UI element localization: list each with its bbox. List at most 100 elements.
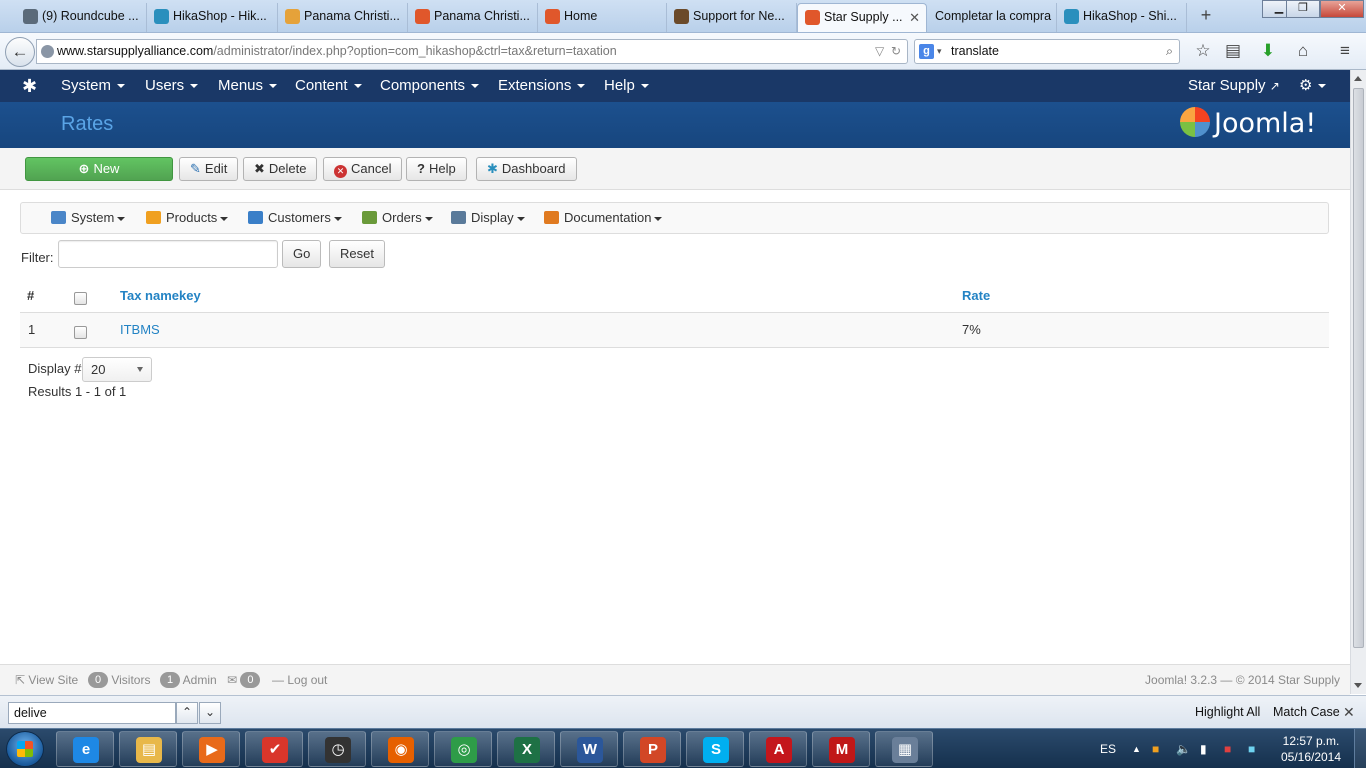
row-checkbox[interactable] — [74, 326, 87, 339]
dropdown-icon[interactable]: ▽ — [875, 44, 884, 58]
browser-tab[interactable]: (9) Roundcube ... — [16, 3, 147, 32]
mcafee-icon: M — [829, 737, 855, 763]
taskbar-app[interactable]: S — [686, 731, 744, 767]
hikashop-menu-products[interactable]: Products — [146, 203, 229, 233]
select-all-checkbox[interactable] — [74, 292, 87, 305]
display-count-select[interactable]: 20 — [82, 357, 152, 382]
tray-app-icon[interactable]: ■ — [1152, 729, 1159, 768]
new-tab-button[interactable]: + — [1196, 3, 1216, 29]
bookmarks-list-icon[interactable]: ▤ — [1222, 41, 1244, 61]
settings-menu[interactable]: ⚙ — [1299, 70, 1327, 102]
search-icon[interactable]: ⌕ — [1166, 40, 1173, 63]
filter-input[interactable] — [58, 240, 278, 268]
taskbar-app[interactable]: W — [560, 731, 618, 767]
menu-system[interactable]: System — [61, 70, 126, 102]
menu-extensions[interactable]: Extensions — [498, 70, 586, 102]
search-bar[interactable]: g ▾ translate ⌕ — [914, 39, 1180, 64]
browser-tab[interactable]: Completar la compra — [927, 3, 1057, 32]
hikashop-menu-orders[interactable]: Orders — [362, 203, 433, 233]
browser-tab[interactable]: Star Supply ... ✕ — [797, 3, 927, 32]
taskbar-app[interactable]: ▦ — [875, 731, 933, 767]
tray-expand-icon[interactable]: ▲ — [1132, 729, 1141, 768]
engine-dropdown-icon[interactable]: ▾ — [937, 40, 942, 63]
taskbar-app[interactable]: X — [497, 731, 555, 767]
find-previous-button[interactable]: ⌃ — [176, 702, 198, 724]
menu-menus[interactable]: Menus — [218, 70, 278, 102]
search-value: translate — [951, 44, 999, 58]
hikashop-menu-customers[interactable]: Customers — [248, 203, 342, 233]
maximize-window-button[interactable]: ❐ — [1286, 0, 1320, 18]
go-button[interactable]: Go — [282, 240, 322, 268]
taskbar-app[interactable]: e — [56, 731, 114, 767]
gear-icon: ⚙ — [1299, 77, 1313, 94]
reset-button[interactable]: Reset — [329, 240, 385, 268]
google-icon[interactable]: g — [919, 44, 934, 59]
todoist-icon: ✔ — [262, 737, 288, 763]
new-button[interactable]: ⊕ New — [25, 157, 173, 181]
menu-icon[interactable]: ≡ — [1334, 41, 1356, 61]
dashboard-button[interactable]: ✱ Dashboard — [476, 157, 577, 181]
menu-help[interactable]: Help — [604, 70, 649, 102]
volume-icon[interactable]: 🔈 — [1176, 729, 1191, 768]
view-site-link[interactable]: ⇱ View Site — [15, 665, 78, 696]
taskbar-app[interactable]: M — [812, 731, 870, 767]
scroll-thumb[interactable] — [1353, 88, 1364, 648]
scroll-down-icon[interactable] — [1354, 683, 1362, 688]
taskbar-app[interactable]: P — [623, 731, 681, 767]
match-case-button[interactable]: Match Case — [1273, 696, 1340, 729]
browser-tab[interactable]: Support for Ne... — [667, 3, 797, 32]
logout-link[interactable]: — Log out — [272, 665, 327, 696]
close-tab-icon[interactable]: ✕ — [909, 4, 920, 31]
bookmark-star-icon[interactable]: ☆ — [1192, 41, 1214, 61]
hikashop-menu-documentation[interactable]: Documentation — [544, 203, 663, 233]
row-tax-namekey-link[interactable]: ITBMS — [120, 322, 160, 337]
language-indicator[interactable]: ES — [1100, 729, 1116, 768]
network-icon[interactable]: ▮ — [1200, 729, 1207, 768]
header-rate[interactable]: Rate — [962, 288, 990, 303]
taskbar-app[interactable]: ◎ — [434, 731, 492, 767]
header-tax-namekey[interactable]: Tax namekey — [120, 288, 201, 303]
joomla-logo-icon[interactable]: ✱ — [22, 76, 42, 96]
taskbar-app[interactable]: ▶ — [182, 731, 240, 767]
menu-components[interactable]: Components — [380, 70, 480, 102]
help-button[interactable]: ? Help — [406, 157, 467, 181]
menu-content[interactable]: Content — [295, 70, 362, 102]
find-input[interactable]: delive — [8, 702, 176, 724]
page-scrollbar[interactable] — [1350, 70, 1366, 694]
browser-tab[interactable]: HikaShop - Hik... — [147, 3, 278, 32]
taskbar-app[interactable]: ◉ — [371, 731, 429, 767]
scroll-up-icon[interactable] — [1354, 76, 1362, 81]
hikashop-menu-system[interactable]: System — [51, 203, 126, 233]
edit-button[interactable]: ✎ Edit — [179, 157, 239, 181]
start-button[interactable] — [6, 731, 44, 767]
hikashop-menu-display[interactable]: Display — [451, 203, 525, 233]
browser-tab[interactable]: Home — [538, 3, 667, 32]
close-window-button[interactable]: ✕ — [1320, 0, 1364, 18]
delete-button[interactable]: ✖ Delete — [243, 157, 318, 181]
find-next-button[interactable]: ⌄ — [199, 702, 221, 724]
cancel-button[interactable]: ✕ Cancel — [323, 157, 403, 181]
clock-icon: ◷ — [325, 737, 351, 763]
taskbar-app[interactable]: ✔ — [245, 731, 303, 767]
back-button[interactable]: ← — [5, 37, 35, 67]
tray-security-icon[interactable]: ■ — [1224, 729, 1231, 768]
taskbar-app[interactable]: A — [749, 731, 807, 767]
browser-tab[interactable]: HikaShop - Shi... — [1057, 3, 1187, 32]
download-icon[interactable]: ⬇ — [1257, 41, 1279, 61]
browser-tab[interactable]: Panama Christi... — [278, 3, 408, 32]
taskbar-app[interactable]: ▤ — [119, 731, 177, 767]
show-desktop-button[interactable] — [1354, 729, 1366, 768]
system-clock[interactable]: 12:57 p.m. 05/16/2014 — [1276, 733, 1346, 765]
taskbar-app[interactable]: ◷ — [308, 731, 366, 767]
url-bar[interactable]: www.starsupplyalliance.com/administrator… — [36, 39, 908, 64]
menu-users[interactable]: Users — [145, 70, 199, 102]
browser-tab-label: Home — [564, 9, 598, 23]
tray-sync-icon[interactable]: ■ — [1248, 729, 1255, 768]
reload-icon[interactable]: ↻ — [891, 44, 901, 58]
browser-tab[interactable]: Panama Christi... — [408, 3, 538, 32]
site-link[interactable]: Star Supply ↗ — [1188, 70, 1280, 102]
close-find-icon[interactable]: ✕ — [1343, 696, 1355, 729]
messages-status[interactable]: ✉ 0 — [227, 665, 261, 696]
highlight-all-button[interactable]: Highlight All — [1195, 696, 1260, 729]
home-icon[interactable]: ⌂ — [1292, 41, 1314, 61]
